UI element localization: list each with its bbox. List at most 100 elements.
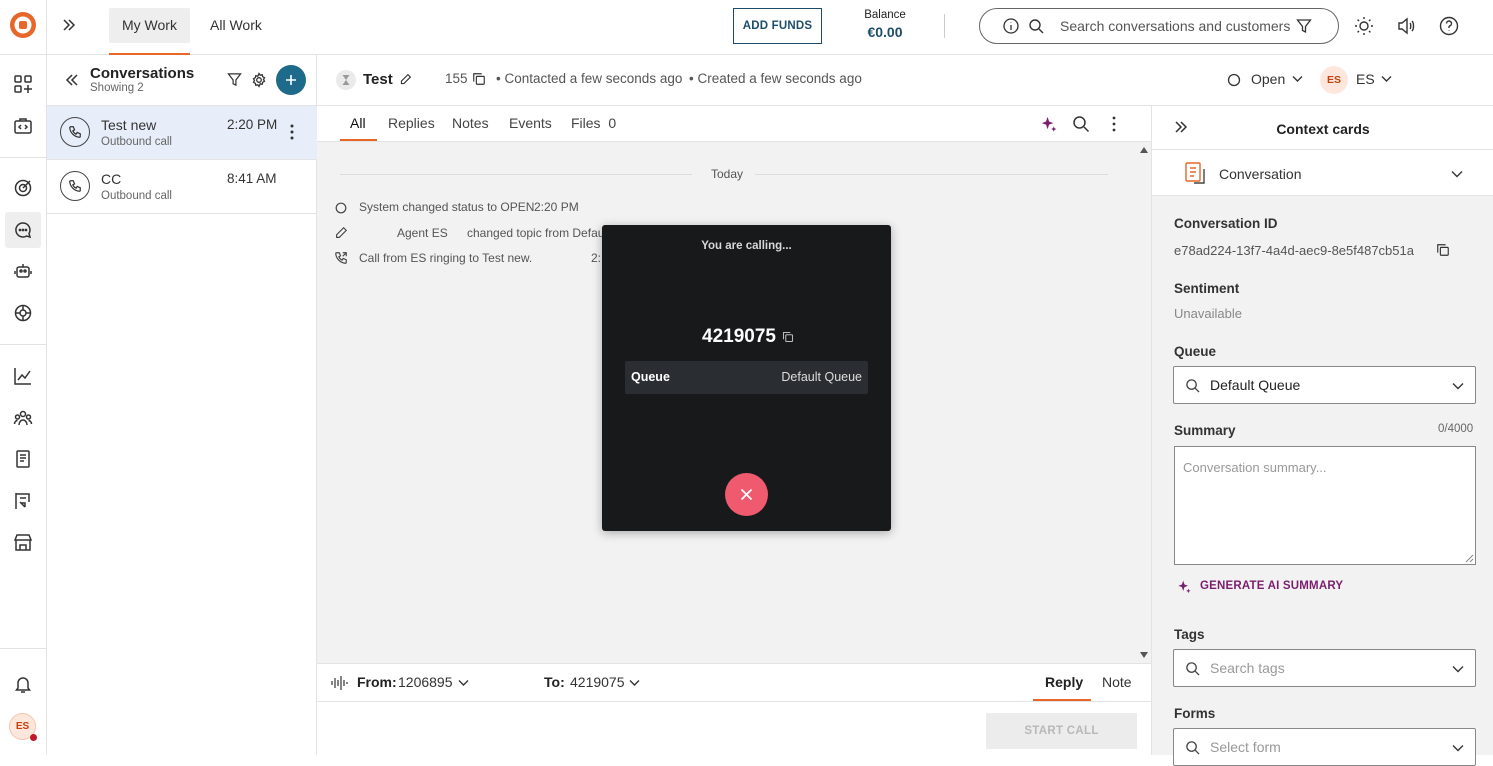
timeline-scrollbar[interactable]: [1137, 142, 1151, 663]
context-title: Context cards: [1276, 121, 1370, 137]
code-briefcase-icon[interactable]: [12, 115, 34, 137]
store-icon[interactable]: [12, 531, 34, 553]
conversations-icon[interactable]: [12, 219, 34, 241]
new-conversation-button[interactable]: [276, 65, 306, 95]
summary-placeholder: Conversation summary...: [1183, 460, 1327, 475]
conversation-name: Test new: [101, 117, 157, 133]
chevron-down-icon[interactable]: [1292, 75, 1303, 83]
search-bar[interactable]: Search conversations and customers: [979, 8, 1339, 44]
tab-replies[interactable]: Replies: [388, 115, 435, 131]
phone-icon: [60, 117, 90, 147]
apps-add-icon[interactable]: [12, 73, 34, 95]
assignee-dropdown[interactable]: ES: [1356, 71, 1375, 87]
ai-aperture-icon[interactable]: [12, 302, 34, 324]
chevron-down-icon[interactable]: [1451, 170, 1463, 178]
bot-icon[interactable]: [12, 260, 34, 282]
document-icon: [1182, 160, 1208, 186]
chevron-down-icon[interactable]: [629, 679, 640, 687]
target-icon[interactable]: [12, 177, 34, 199]
edit-pencil-icon: [334, 226, 348, 240]
app-logo[interactable]: [8, 10, 38, 40]
note-tab[interactable]: Note: [1102, 674, 1132, 690]
info-icon[interactable]: [1003, 18, 1019, 34]
generate-ai-summary-button[interactable]: GENERATE AI SUMMARY: [1200, 580, 1343, 592]
reply-tab[interactable]: Reply: [1045, 674, 1083, 690]
gear-icon[interactable]: [251, 72, 267, 88]
tags-input[interactable]: Search tags: [1210, 660, 1285, 676]
conversations-count: Showing 2: [90, 82, 144, 94]
chevron-down-icon[interactable]: [1381, 75, 1392, 83]
conversation-item[interactable]: Test new Outbound call 2:20 PM: [47, 106, 317, 160]
filter-icon[interactable]: [1296, 18, 1312, 34]
phone-icon: [60, 171, 90, 201]
from-number-dropdown[interactable]: 1206895: [398, 674, 453, 690]
event-text: System changed status to OPEN: [359, 200, 535, 214]
queue-label: Queue: [1174, 344, 1217, 359]
copy-icon[interactable]: [472, 72, 486, 86]
conversation-number: 155: [445, 71, 468, 86]
tags-select[interactable]: Search tags: [1173, 649, 1476, 687]
tab-notes[interactable]: Notes: [452, 115, 489, 131]
event-agent: Agent ES: [397, 226, 448, 240]
created-text: • Created a few seconds ago: [689, 71, 862, 86]
presence-dot: [30, 734, 37, 741]
call-dialog: You are calling... 4219075 Queue Default…: [602, 225, 891, 531]
filter-icon[interactable]: [227, 72, 242, 87]
expand-sidebar-icon[interactable]: [61, 17, 77, 33]
collapse-panel-icon[interactable]: [64, 72, 80, 88]
search-icon: [1185, 740, 1200, 755]
people-icon[interactable]: [12, 407, 34, 429]
tab-all-work[interactable]: All Work: [197, 8, 275, 43]
analytics-icon[interactable]: [12, 365, 34, 387]
chevron-down-icon: [1452, 744, 1464, 752]
status-dropdown[interactable]: Open: [1251, 71, 1285, 87]
tags-label: Tags: [1174, 627, 1205, 642]
edit-pencil-icon[interactable]: [399, 73, 412, 86]
summary-textarea[interactable]: Conversation summary...: [1174, 446, 1476, 565]
forms-input[interactable]: Select form: [1210, 739, 1281, 755]
sentiment-label: Sentiment: [1174, 281, 1240, 296]
knowledge-book-icon[interactable]: [12, 448, 34, 470]
add-funds-button[interactable]: ADD FUNDS: [733, 8, 822, 44]
hang-up-button[interactable]: [725, 473, 768, 516]
theme-sun-icon[interactable]: [1354, 16, 1374, 36]
forms-select[interactable]: Select form: [1173, 728, 1476, 766]
from-label: From:: [357, 674, 397, 690]
more-vertical-icon[interactable]: [287, 123, 297, 141]
help-icon[interactable]: [1439, 16, 1459, 36]
tab-events[interactable]: Events: [509, 115, 552, 131]
chevron-down-icon[interactable]: [458, 679, 469, 687]
tab-files-count: 0: [608, 115, 617, 131]
conversation-tabs: All Replies Notes Events Files 0: [317, 106, 1151, 142]
left-rail: ES: [0, 0, 47, 755]
status-circle-icon: [1227, 73, 1241, 87]
search-input[interactable]: Search conversations and customers: [1060, 18, 1290, 34]
conversation-channel: Outbound call: [101, 136, 172, 148]
more-vertical-icon[interactable]: [1110, 115, 1118, 133]
speaker-icon[interactable]: [1396, 16, 1416, 36]
tab-all[interactable]: All: [350, 115, 366, 131]
conversations-panel: Conversations Showing 2 Test new Outboun…: [47, 55, 317, 755]
search-icon: [1185, 661, 1200, 676]
search-icon[interactable]: [1072, 115, 1090, 133]
close-icon: [740, 488, 753, 501]
conversation-section-toggle[interactable]: Conversation: [1152, 150, 1493, 196]
reports-icon[interactable]: [12, 490, 34, 512]
copy-icon[interactable]: [1436, 243, 1450, 257]
context-panel: Context cards Conversation Conversation …: [1151, 106, 1493, 766]
dialed-number: 4219075: [702, 326, 776, 347]
queue-row: Queue Default Queue: [625, 361, 868, 394]
queue-select[interactable]: Default Queue: [1173, 366, 1476, 404]
to-number-dropdown[interactable]: 4219075: [570, 674, 625, 690]
context-header: Context cards: [1152, 106, 1493, 150]
start-call-button[interactable]: START CALL: [986, 713, 1137, 749]
tab-my-work[interactable]: My Work: [109, 8, 190, 55]
tab-files[interactable]: Files 0: [571, 115, 616, 131]
conversation-item[interactable]: CC Outbound call 8:41 AM: [47, 160, 317, 214]
ai-sparkle-icon[interactable]: [1039, 115, 1058, 134]
assignee-avatar[interactable]: ES: [1320, 66, 1348, 94]
bell-icon[interactable]: [12, 673, 34, 695]
copy-icon[interactable]: [782, 331, 794, 343]
top-bar: My Work All Work ADD FUNDS Balance €0.00…: [47, 0, 1493, 55]
search-icon: [1185, 378, 1200, 393]
